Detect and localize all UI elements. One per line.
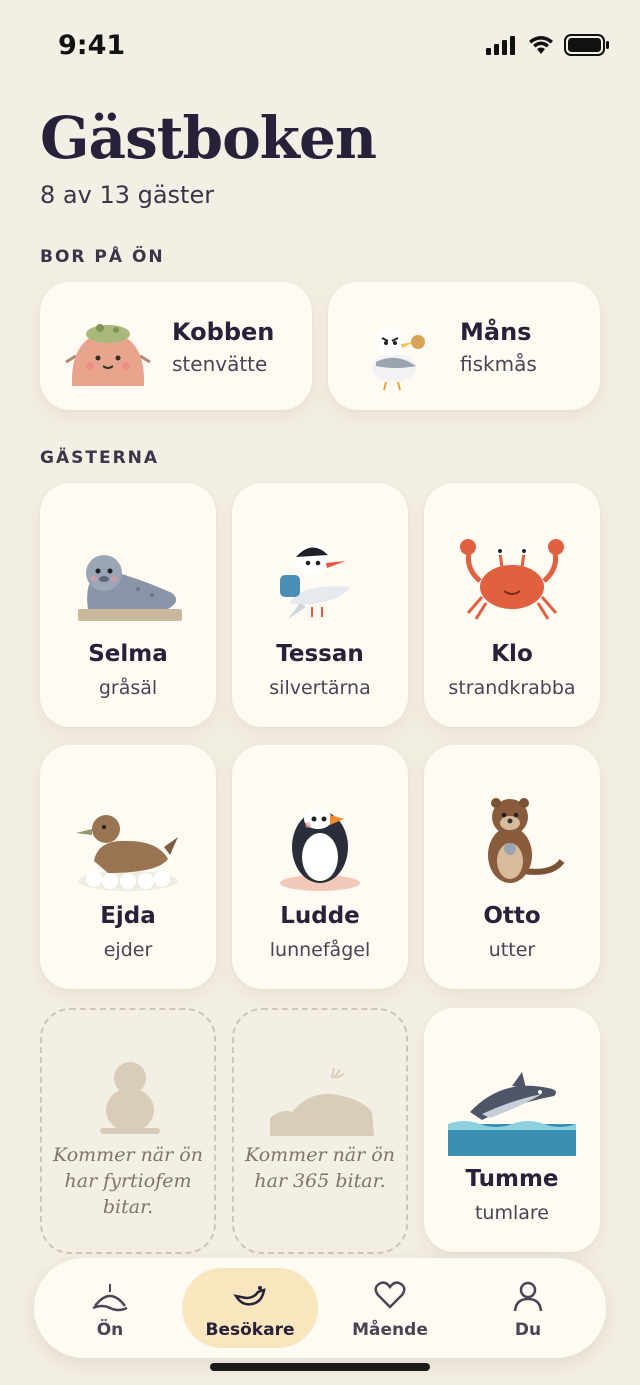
guest-card-otto[interactable]: Otto utter bbox=[424, 745, 600, 989]
section-label-residents: BOR PÅ ÖN bbox=[40, 247, 165, 267]
resident-name: Måns bbox=[460, 318, 532, 346]
guest-card-ejda[interactable]: Ejda ejder bbox=[40, 745, 216, 989]
resident-species: fiskmås bbox=[460, 352, 537, 376]
locked-message: Kommer när ön har fyrtiofem bitar. bbox=[53, 1144, 203, 1218]
heart-icon bbox=[374, 1281, 406, 1309]
tab-du[interactable]: Du bbox=[460, 1268, 596, 1348]
status-time: 9:41 bbox=[58, 30, 126, 61]
tab-on[interactable]: Ön bbox=[42, 1268, 178, 1348]
resident-card-kobben[interactable]: Kobben stenvätte bbox=[40, 282, 312, 410]
guest-name: Ejda bbox=[100, 903, 156, 929]
locked-whale-silhouette-icon bbox=[270, 1067, 374, 1136]
guest-species: utter bbox=[488, 939, 536, 961]
guest-card-tessan[interactable]: Tessan silvertärna bbox=[232, 483, 408, 727]
resident-name: Kobben bbox=[172, 318, 275, 346]
gull-icon bbox=[372, 328, 425, 391]
guest-name: Otto bbox=[483, 903, 541, 929]
resident-species: stenvätte bbox=[172, 352, 268, 376]
stone-creature-icon bbox=[65, 324, 151, 386]
tab-maende[interactable]: Mående bbox=[322, 1268, 458, 1348]
guest-card-tumme[interactable]: Tumme tumlare bbox=[424, 1008, 600, 1252]
guest-name: Tumme bbox=[465, 1166, 559, 1192]
locked-guest-card: Kommer när ön har fyrtiofem bitar. bbox=[40, 1008, 216, 1254]
resident-card-mans[interactable]: Måns fiskmås bbox=[328, 282, 600, 410]
guest-species: strandkrabba bbox=[448, 677, 576, 699]
guest-name: Tessan bbox=[276, 641, 364, 667]
battery-icon bbox=[564, 34, 609, 56]
guest-species: ejder bbox=[103, 939, 153, 961]
wifi-icon bbox=[529, 36, 553, 54]
guest-species: silvertärna bbox=[269, 677, 371, 699]
island-icon bbox=[92, 1284, 128, 1312]
locked-silhouette-icon bbox=[100, 1062, 160, 1134]
home-indicator bbox=[210, 1363, 430, 1371]
guest-card-klo[interactable]: Klo strandkrabba bbox=[424, 483, 600, 727]
guest-count: 8 av 13 gäster bbox=[40, 181, 215, 209]
bird-icon bbox=[233, 1286, 266, 1306]
crab-icon bbox=[460, 539, 564, 620]
seal-icon bbox=[78, 555, 182, 621]
tab-label: Mående bbox=[352, 1320, 428, 1340]
otter-icon bbox=[488, 798, 565, 883]
guest-species: lunnefågel bbox=[269, 939, 371, 961]
tab-bar: Ön Besökare Mående Du bbox=[34, 1258, 606, 1358]
guest-name: Klo bbox=[491, 641, 533, 667]
status-icons bbox=[486, 34, 610, 56]
signal-icon bbox=[486, 36, 515, 55]
tab-label: Du bbox=[514, 1320, 542, 1340]
eider-icon bbox=[76, 815, 178, 891]
guest-card-ludde[interactable]: Ludde lunnefågel bbox=[232, 745, 408, 989]
tab-besokare[interactable]: Besökare bbox=[182, 1268, 318, 1348]
guest-species: tumlare bbox=[474, 1202, 549, 1224]
tab-label: Ön bbox=[96, 1320, 124, 1340]
guest-name: Selma bbox=[88, 641, 168, 667]
person-icon bbox=[513, 1281, 543, 1312]
guest-name: Ludde bbox=[280, 903, 360, 929]
guest-species: gråsäl bbox=[98, 677, 158, 699]
locked-message: Kommer när ön har 365 bitar. bbox=[245, 1144, 395, 1192]
tern-icon bbox=[280, 543, 350, 619]
tab-label: Besökare bbox=[205, 1320, 295, 1340]
page-title: Gästboken bbox=[40, 104, 377, 172]
status-bar: 9:41 bbox=[0, 0, 640, 94]
section-label-guests: GÄSTERNA bbox=[40, 448, 160, 468]
guest-card-selma[interactable]: Selma gråsäl bbox=[40, 483, 216, 727]
locked-guest-card: Kommer när ön har 365 bitar. bbox=[232, 1008, 408, 1254]
puffin-icon bbox=[280, 809, 360, 891]
porpoise-icon bbox=[448, 1072, 576, 1156]
